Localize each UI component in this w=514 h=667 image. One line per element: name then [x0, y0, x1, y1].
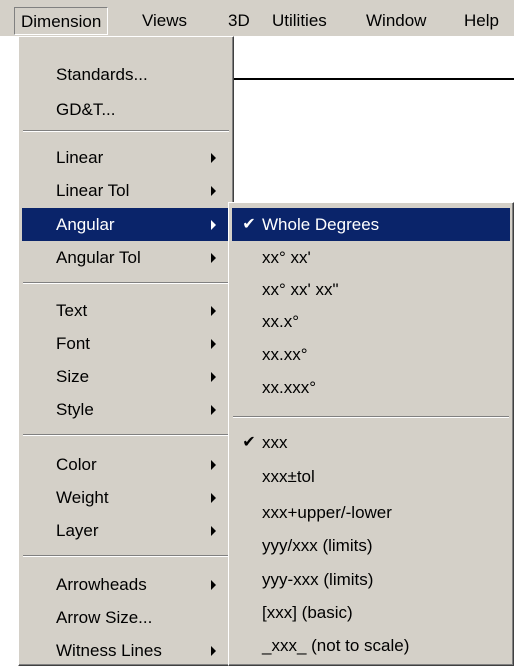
menu-item-label: Font [56, 334, 91, 353]
submenu-item-whole-degrees[interactable]: ✔ Whole Degrees [232, 208, 510, 241]
menu-item-label: Color [56, 455, 97, 474]
submenu-arrow-icon [211, 405, 216, 415]
menu-item-label: Size [56, 367, 90, 386]
submenu-item-not-to-scale[interactable]: _xxx_ (not to scale) [232, 629, 510, 662]
submenu-arrow-icon [211, 186, 216, 196]
menu-separator [233, 416, 509, 418]
submenu-arrow-icon [211, 580, 216, 590]
menu-item-label: Witness Lines [56, 641, 162, 660]
submenu-arrow-icon [211, 153, 216, 163]
menu-item-witness-lines[interactable]: Witness Lines [22, 634, 230, 667]
submenu-item-upper-lower[interactable]: xxx+upper/-lower [232, 496, 510, 529]
submenu-item-label: xx.xxx° [262, 378, 317, 397]
menu-help[interactable]: Help [458, 7, 505, 35]
menu-item-angular-tol[interactable]: Angular Tol [22, 241, 230, 274]
menu-item-linear[interactable]: Linear [22, 141, 230, 174]
menu-item-label: Linear Tol [56, 181, 130, 200]
submenu-item-deg-min-sec[interactable]: xx° xx' xx" [232, 273, 510, 306]
submenu-item-label: xxx+upper/-lower [262, 503, 392, 522]
submenu-item-limits-slash[interactable]: yyy/xxx (limits) [232, 529, 510, 562]
submenu-arrow-icon [211, 372, 216, 382]
menu-separator [23, 434, 229, 436]
checkmark-icon: ✔ [242, 434, 256, 451]
menu-separator [23, 555, 229, 557]
submenu-item-one-decimal[interactable]: xx.x° [232, 305, 510, 338]
menu-item-label: Layer [56, 521, 99, 540]
menu-item-label: GD&T... [56, 100, 116, 119]
submenu-item-tol[interactable]: xxx±tol [232, 460, 510, 493]
menu-item-linear-tol[interactable]: Linear Tol [22, 174, 230, 207]
submenu-item-label: yyy-xxx (limits) [262, 570, 374, 589]
menu-item-gdt[interactable]: GD&T... [22, 93, 230, 126]
submenu-arrow-icon [211, 646, 216, 656]
menu-item-label: Angular [56, 215, 115, 234]
submenu-arrow-icon [211, 306, 216, 316]
submenu-arrow-icon [211, 339, 216, 349]
submenu-item-label: Whole Degrees [262, 215, 380, 234]
submenu-arrow-icon [211, 253, 216, 263]
submenu-item-label: _xxx_ (not to scale) [262, 636, 410, 655]
submenu-arrow-icon [211, 460, 216, 470]
menu-item-label: Linear [56, 148, 104, 167]
submenu-item-limits-dash[interactable]: yyy-xxx (limits) [232, 563, 510, 596]
menu-item-font[interactable]: Font [22, 327, 230, 360]
menu-item-label: Arrow Size... [56, 608, 153, 627]
angular-submenu: ✔ Whole Degrees xx° xx' xx° xx' xx" xx.x°… [228, 202, 514, 666]
menu-3d[interactable]: 3D [222, 7, 256, 35]
submenu-item-label: xxx±tol [262, 467, 315, 486]
submenu-arrow-icon [211, 220, 216, 230]
menu-item-label: Arrowheads [56, 575, 147, 594]
submenu-item-basic[interactable]: [xxx] (basic) [232, 596, 510, 629]
dimension-menu: Standards... GD&T... Linear Linear Tol A… [18, 36, 234, 666]
menu-views[interactable]: Views [136, 7, 193, 35]
checkmark-icon: ✔ [242, 216, 256, 233]
menu-item-label: Style [56, 400, 94, 419]
submenu-item-label: xx.x° [262, 312, 300, 331]
submenu-arrow-icon [211, 493, 216, 503]
submenu-item-xxx[interactable]: ✔ xxx [232, 426, 510, 459]
menu-item-angular[interactable]: Angular [22, 208, 230, 241]
menu-item-text[interactable]: Text [22, 294, 230, 327]
menu-item-arrow-size[interactable]: Arrow Size... [22, 601, 230, 634]
submenu-item-label: [xxx] (basic) [262, 603, 353, 622]
menu-item-layer[interactable]: Layer [22, 514, 230, 547]
menu-item-standards[interactable]: Standards... [22, 58, 230, 91]
submenu-item-three-decimal[interactable]: xx.xxx° [232, 371, 510, 404]
window-frame-line [232, 78, 514, 80]
menu-item-arrowheads[interactable]: Arrowheads [22, 568, 230, 601]
menu-separator [23, 282, 229, 284]
menu-item-label: Text [56, 301, 88, 320]
menu-item-color[interactable]: Color [22, 448, 230, 481]
menu-bar: Dimension Views 3D Utilities Window Help [0, 0, 514, 36]
submenu-item-label: yyy/xxx (limits) [262, 536, 373, 555]
menu-item-weight[interactable]: Weight [22, 481, 230, 514]
menu-item-label: Angular Tol [56, 248, 141, 267]
submenu-item-two-decimal[interactable]: xx.xx° [232, 338, 510, 371]
submenu-item-label: xx° xx' [262, 248, 311, 267]
menu-separator [23, 130, 229, 132]
submenu-item-deg-min[interactable]: xx° xx' [232, 241, 510, 274]
menu-item-style[interactable]: Style [22, 393, 230, 426]
menu-window[interactable]: Window [360, 7, 432, 35]
menu-dimension[interactable]: Dimension [14, 7, 109, 35]
menu-item-label: Weight [56, 488, 109, 507]
menu-item-label: Standards... [56, 65, 148, 84]
menu-item-size[interactable]: Size [22, 360, 230, 393]
submenu-item-label: xx° xx' xx" [262, 280, 339, 299]
menu-utilities[interactable]: Utilities [266, 7, 333, 35]
submenu-item-label: xx.xx° [262, 345, 308, 364]
submenu-item-label: xxx [262, 433, 288, 452]
submenu-arrow-icon [211, 526, 216, 536]
